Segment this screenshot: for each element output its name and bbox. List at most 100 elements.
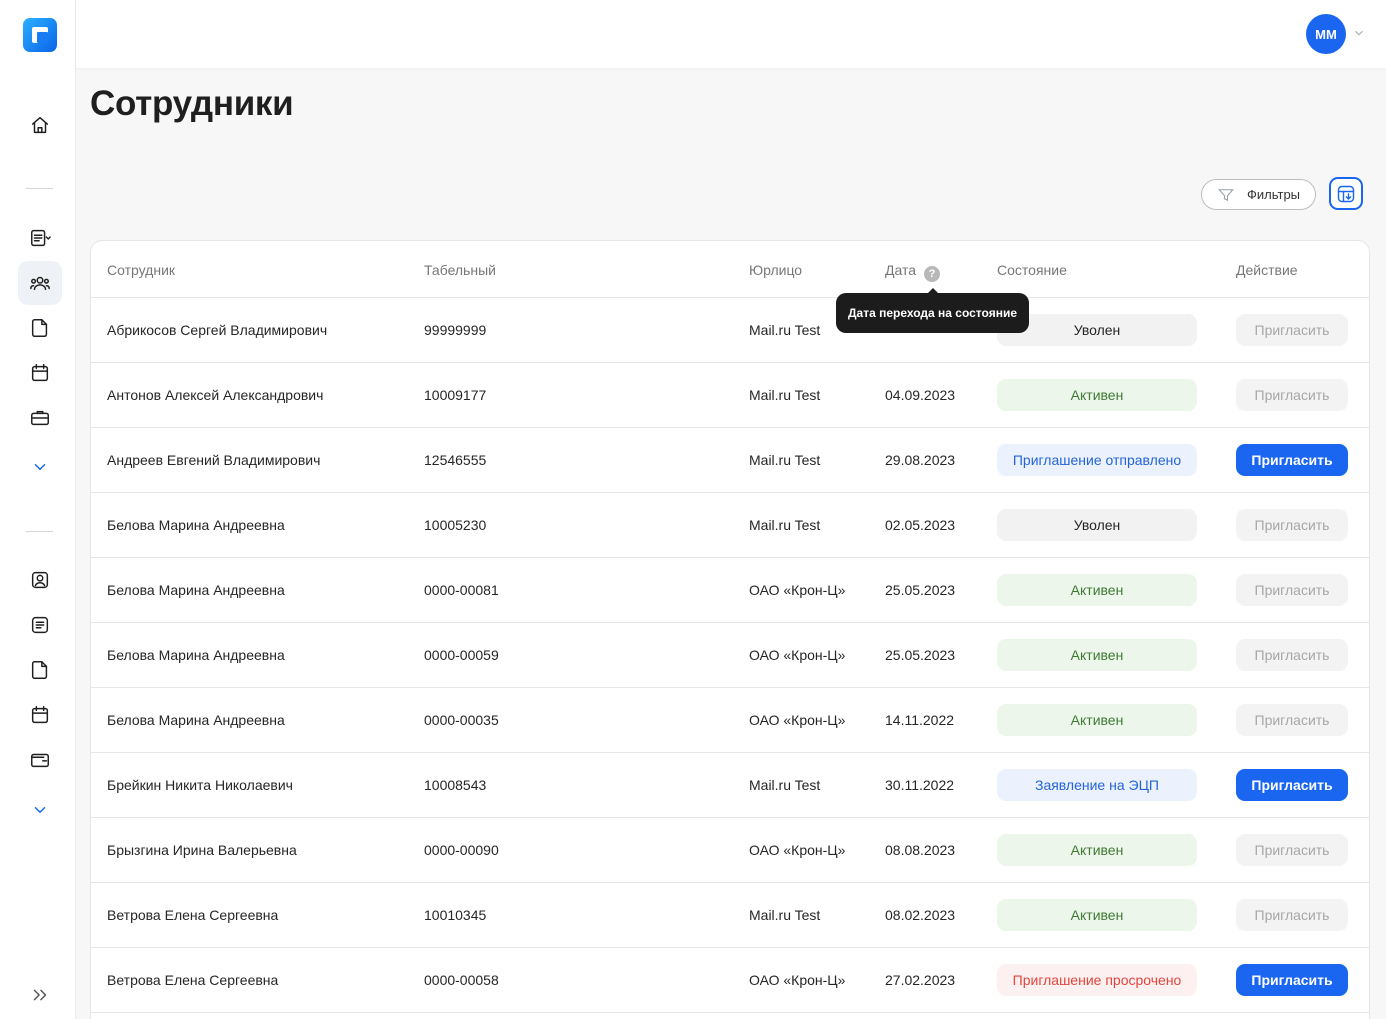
status-date: 08.02.2023 xyxy=(885,907,956,923)
column-header-status[interactable]: Состояние xyxy=(997,262,1067,278)
legal-entity: Mail.ru Test xyxy=(749,777,821,793)
tab-number: 10010345 xyxy=(424,907,487,923)
legal-entity: Mail.ru Test xyxy=(749,387,821,403)
column-header-tab-number[interactable]: Табельный xyxy=(424,262,496,278)
tab-number: 10008543 xyxy=(424,777,487,793)
employee-name[interactable]: Белова Марина Андреевна xyxy=(107,517,285,533)
legal-entity: ОАО «Крон-Ц» xyxy=(749,582,846,598)
calendar-icon[interactable] xyxy=(18,351,62,395)
invite-button[interactable]: Пригласить xyxy=(1236,964,1348,996)
employee-name[interactable]: Абрикосов Сергей Владимирович xyxy=(107,322,327,338)
file-icon[interactable] xyxy=(18,648,62,692)
invite-button[interactable]: Пригласить xyxy=(1236,639,1348,671)
tab-number: 0000-00059 xyxy=(424,647,499,663)
table-row[interactable]: Белова Марина Андреевна 0000-00035 ОАО «Кр… xyxy=(91,688,1369,753)
tab-number: 0000-00035 xyxy=(424,712,499,728)
employee-name[interactable]: Белова Марина Андреевна xyxy=(107,712,285,728)
home-icon[interactable] xyxy=(18,103,62,147)
status-date: 25.05.2023 xyxy=(885,582,956,598)
table-row[interactable]: Белова Марина Андреевна 0000-00059 ОАО «Кр… xyxy=(91,623,1369,688)
status-date: 02.05.2023 xyxy=(885,517,956,533)
tab-number: 0000-00090 xyxy=(424,842,499,858)
status-badge: Активен xyxy=(997,834,1197,866)
tab-number: 0000-00058 xyxy=(424,972,499,988)
table-row[interactable]: Белова Марина Андреевна 0000-00081 ОАО «Кр… xyxy=(91,558,1369,623)
tab-number: 99999999 xyxy=(424,322,487,338)
user-avatar[interactable]: MM xyxy=(1306,14,1346,54)
employee-name[interactable]: Брейкин Никита Николаевич xyxy=(107,777,293,793)
employees-icon[interactable] xyxy=(18,261,62,305)
sidebar-divider xyxy=(26,188,53,189)
invite-button[interactable]: Пригласить xyxy=(1236,444,1348,476)
list-icon[interactable] xyxy=(18,603,62,647)
briefcase-icon[interactable] xyxy=(18,396,62,440)
filters-button[interactable]: Фильтры xyxy=(1201,179,1316,210)
chevron-down-icon[interactable] xyxy=(1352,26,1366,40)
invite-button[interactable]: Пригласить xyxy=(1236,899,1348,931)
legal-entity: ОАО «Крон-Ц» xyxy=(749,712,846,728)
table-row[interactable]: Андреев Евгений Владимирович 12546555 Mail… xyxy=(91,428,1369,493)
tab-number: 0000-00081 xyxy=(424,582,499,598)
employee-name[interactable]: Ветрова Елена Сергеевна xyxy=(107,972,278,988)
chevron-down-icon[interactable] xyxy=(18,445,62,489)
legal-entity: Mail.ru Test xyxy=(749,517,821,533)
export-button[interactable] xyxy=(1329,177,1363,210)
filters-button-label: Фильтры xyxy=(1247,187,1301,202)
table-row[interactable]: Антонов Алексей Александрович 10009177 Mai… xyxy=(91,363,1369,428)
status-badge: Заявление на ЭЦП xyxy=(997,769,1197,801)
wallet-icon[interactable] xyxy=(18,738,62,782)
column-header-entity[interactable]: Юрлицо xyxy=(749,262,802,278)
table-row[interactable]: Ветрова Елена Сергеевна 0000-00058 ОАО «Кр… xyxy=(91,948,1369,1013)
employee-name[interactable]: Антонов Алексей Александрович xyxy=(107,387,323,403)
invite-button[interactable]: Пригласить xyxy=(1236,574,1348,606)
legal-entity: Mail.ru Test xyxy=(749,907,821,923)
column-header-action: Действие xyxy=(1236,262,1298,278)
table-row[interactable]: Брызгина Ирина Валерьевна 0000-00090 ОАО «… xyxy=(91,818,1369,883)
page-title: Сотрудники xyxy=(90,84,294,123)
status-badge: Активен xyxy=(997,704,1197,736)
tab-number: 12546555 xyxy=(424,452,487,468)
employees-table: Сотрудник Табельный Юрлицо Дата? Состоян… xyxy=(90,240,1370,1019)
sidebar xyxy=(0,0,76,1019)
status-badge: Приглашение просрочено xyxy=(997,964,1197,996)
employee-name[interactable]: Брызгина Ирина Валерьевна xyxy=(107,842,297,858)
column-header-date[interactable]: Дата? xyxy=(885,262,941,282)
table-row[interactable]: Ветрова Елена Сергеевна 10010345 Mail.ru T… xyxy=(91,883,1369,948)
status-badge: Активен xyxy=(997,574,1197,606)
tab-number: 10009177 xyxy=(424,387,487,403)
chevron-down-icon[interactable] xyxy=(18,788,62,832)
calendar-icon[interactable] xyxy=(18,693,62,737)
legal-entity: Mail.ru Test xyxy=(749,322,821,338)
table-row[interactable]: Брейкин Никита Николаевич 10008543 Mail.ru… xyxy=(91,753,1369,818)
table-row[interactable]: Белова Марина Андреевна 10005230 Mail.ru T… xyxy=(91,493,1369,558)
documents-menu-icon[interactable] xyxy=(18,216,62,260)
employee-name[interactable]: Белова Марина Андреевна xyxy=(107,582,285,598)
employee-name[interactable]: Белова Марина Андреевна xyxy=(107,647,285,663)
invite-button[interactable]: Пригласить xyxy=(1236,704,1348,736)
status-date: 27.02.2023 xyxy=(885,972,956,988)
sidebar-divider xyxy=(26,531,53,532)
column-header-employee[interactable]: Сотрудник xyxy=(107,262,175,278)
employee-name[interactable]: Андреев Евгений Владимирович xyxy=(107,452,320,468)
legal-entity: ОАО «Крон-Ц» xyxy=(749,842,846,858)
status-badge: Активен xyxy=(997,639,1197,671)
legal-entity: Mail.ru Test xyxy=(749,452,821,468)
status-date: 29.08.2023 xyxy=(885,452,956,468)
invite-button[interactable]: Пригласить xyxy=(1236,509,1348,541)
invite-button[interactable]: Пригласить xyxy=(1236,379,1348,411)
invite-button[interactable]: Пригласить xyxy=(1236,314,1348,346)
legal-entity: ОАО «Крон-Ц» xyxy=(749,647,846,663)
status-badge: Активен xyxy=(997,899,1197,931)
table-export-icon xyxy=(1337,185,1355,202)
app-logo[interactable] xyxy=(23,18,57,52)
table-row[interactable]: Абрикосов Сергей Владимирович 99999999 Mai… xyxy=(91,298,1369,363)
help-icon[interactable]: ? xyxy=(924,266,941,282)
employee-name[interactable]: Ветрова Елена Сергеевна xyxy=(107,907,278,923)
invite-button[interactable]: Пригласить xyxy=(1236,769,1348,801)
expand-icon[interactable] xyxy=(18,973,62,1017)
profile-icon[interactable] xyxy=(18,558,62,602)
file-icon[interactable] xyxy=(18,306,62,350)
table-header: Сотрудник Табельный Юрлицо Дата? Состоян… xyxy=(91,241,1369,298)
filter-icon xyxy=(1218,188,1234,201)
invite-button[interactable]: Пригласить xyxy=(1236,834,1348,866)
